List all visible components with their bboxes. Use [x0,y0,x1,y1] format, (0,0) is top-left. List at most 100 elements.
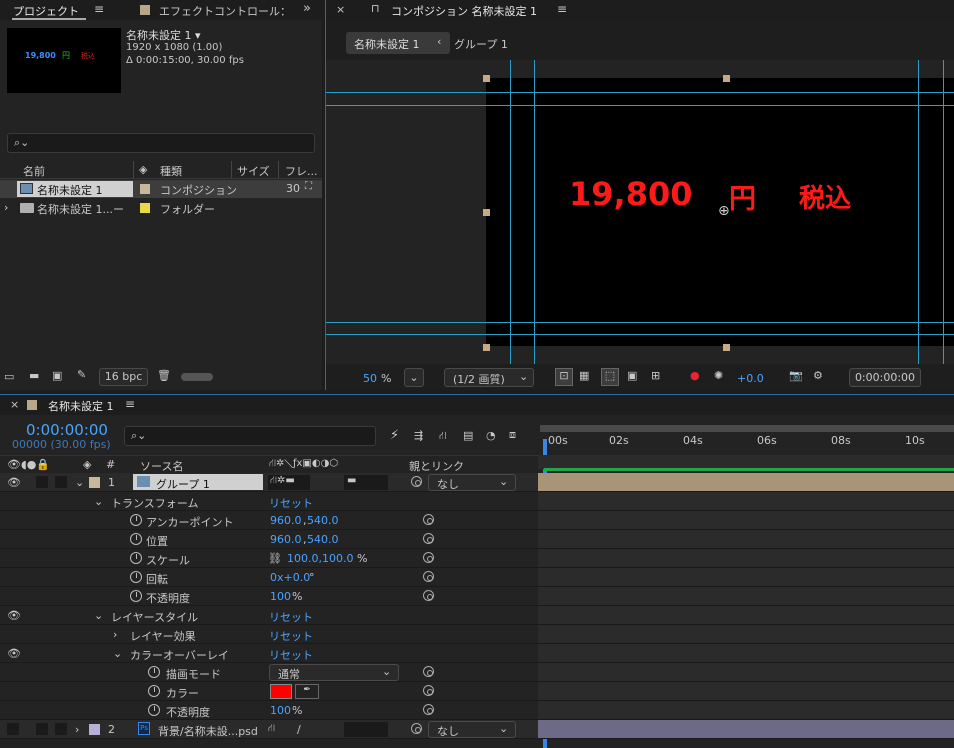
property-group[interactable]: 👁 ⌄ レイヤースタイル リセット [0,606,538,625]
constrain-link-icon[interactable]: ⛓ [268,552,282,565]
visibility-eye-icon[interactable]: 👁 [7,609,21,622]
hamburger-menu-icon[interactable]: ≡ [94,2,104,16]
label-swatch[interactable] [89,477,100,488]
property-row[interactable]: 描画モード 通常 ⌄ [0,663,538,682]
property-row[interactable]: 位置 960.0 , 540.0 [0,530,538,549]
transform-handle[interactable] [483,209,490,216]
opacity-value[interactable]: 100 [270,704,291,717]
breadcrumb-comp[interactable]: 名称未設定 1 ‹ [346,32,450,54]
col-type[interactable]: 種類 [160,163,182,179]
stopwatch-icon[interactable] [130,590,142,602]
layer-switches[interactable]: ⛙ [268,723,275,736]
new-folder-icon[interactable]: ▬ [29,369,39,382]
property-row[interactable]: 回転 0x+0.0 ° [0,568,538,587]
interpret-footage-icon[interactable]: ▭ [4,370,14,383]
col-name[interactable]: 名前 [23,163,45,179]
layer-switches-2[interactable] [344,722,388,737]
visibility-box[interactable] [7,723,19,735]
channel-icon[interactable]: ● [690,369,700,382]
transform-handle[interactable] [723,75,730,82]
transform-handle[interactable] [483,344,490,351]
project-item[interactable]: 名称未設定 1 コンポジション 30 ⛶ [0,180,322,198]
draft-3d-icon[interactable]: ⚡ [390,428,399,443]
layer-switches-2[interactable]: ▬ [344,475,388,490]
breadcrumb-group[interactable]: グループ 1 [454,36,508,52]
stopwatch-icon[interactable] [130,571,142,583]
label-swatch[interactable] [140,184,150,194]
lock-box[interactable] [55,476,67,488]
property-group[interactable]: 👁 ⌄ カラーオーバーレイ リセット [0,644,538,663]
show-snapshot-icon[interactable]: ⚙ [813,369,823,382]
property-row[interactable]: スケール ⛓ 100.0,100.0 % [0,549,538,568]
transparency-grid-icon[interactable]: ▦ [579,369,589,382]
stopwatch-icon[interactable] [130,514,142,526]
grid-guides-icon[interactable]: ⊞ [651,369,660,382]
tab-timeline[interactable]: 名称未設定 1 [48,398,114,414]
pickwhip-icon[interactable] [423,514,434,525]
pickwhip-icon[interactable] [423,666,434,677]
label-swatch[interactable] [140,203,150,213]
scale-value[interactable]: 100.0,100.0 [287,552,353,565]
layer-row[interactable]: 👁 ⌄ 1 グループ 1 ⛙✲▬ ▬ なし ⌄ [0,473,538,492]
layer-name[interactable]: 背景/名称未設...psd [158,723,258,739]
anchor-y[interactable]: 540.0 [307,514,339,527]
pickwhip-icon[interactable] [423,552,434,563]
anchor-point-icon[interactable]: ⊕ [718,203,730,219]
pickwhip-icon[interactable] [423,571,434,582]
exposure-value[interactable]: +0.0 [737,372,764,385]
flowchart-icon[interactable]: ⛶ [305,181,312,192]
layer-bar[interactable] [538,720,954,739]
parent-dropdown[interactable]: なし ⌄ [428,721,516,738]
transform-handle[interactable] [483,75,490,82]
frame-blending-icon[interactable]: ▤ [463,429,473,442]
stopwatch-icon[interactable] [148,666,160,678]
pickwhip-icon[interactable] [411,476,422,487]
current-time-field[interactable]: 0:00:00:00 [849,368,921,387]
color-swatch[interactable] [270,684,292,699]
pickwhip-icon[interactable] [411,723,422,734]
stopwatch-icon[interactable] [148,704,160,716]
reset-link[interactable]: リセット [269,609,313,625]
snapshot-icon[interactable]: 📷 [789,369,803,382]
lock-icon[interactable]: ⊓ [371,2,380,15]
anchor-x[interactable]: 960.0 [270,514,302,527]
stopwatch-icon[interactable] [130,552,142,564]
reset-link[interactable]: リセット [269,495,313,511]
solo-box[interactable] [36,476,48,488]
panel-overflow-icon[interactable]: » [303,1,311,16]
expand-chevron-icon[interactable]: › [4,201,8,214]
position-x[interactable]: 960.0 [270,533,302,546]
hamburger-menu-icon[interactable]: ≡ [125,397,135,411]
col-parent-link[interactable]: 親とリンク [409,458,464,474]
expand-chevron-icon[interactable]: ⌄ [113,647,122,660]
color-management-icon[interactable]: ✺ [714,369,723,382]
mask-visibility-icon[interactable]: ⬚ [601,368,619,386]
layer-row[interactable]: › 2 Ps 背景/名称未設...psd ⛙ ∕ なし ⌄ [0,720,538,739]
property-group[interactable]: ⌄ トランスフォーム リセット [0,492,538,511]
property-row[interactable]: 不透明度 100 % [0,701,538,720]
label-swatch[interactable] [89,724,100,735]
comp-flowchart-icon[interactable]: ⇶ [414,429,423,442]
col-size[interactable]: サイズ [237,163,270,179]
layer-switches[interactable]: ⛙✲▬ [268,475,310,490]
layer-name[interactable]: グループ 1 [156,476,210,492]
expand-chevron-icon[interactable]: ⌄ [94,495,103,508]
col-frame[interactable]: フレ... [285,163,318,179]
zoom-dropdown[interactable]: ⌄ [404,368,424,387]
trash-icon[interactable]: 🗑 [157,369,171,382]
property-row[interactable]: カラー ✒ [0,682,538,701]
quality-slash-icon[interactable]: ∕ [297,723,301,736]
opacity-value[interactable]: 100 [270,590,291,603]
expand-chevron-icon[interactable]: ⌄ [94,609,103,622]
property-row[interactable]: 不透明度 100 % [0,587,538,606]
transform-handle[interactable] [723,344,730,351]
comp-name-dropdown[interactable]: 名称未設定 1 ▾ [126,27,201,43]
collapse-chevron-icon[interactable]: › [113,628,117,641]
pickwhip-icon[interactable] [423,704,434,715]
layer-bar[interactable] [538,473,954,492]
close-tab-icon[interactable]: × [10,398,19,411]
stopwatch-icon[interactable] [148,685,160,697]
graph-editor-icon[interactable]: ⧈ [509,428,516,442]
reset-link[interactable]: リセット [269,647,313,663]
visibility-eye-icon[interactable]: 👁 [7,476,21,489]
